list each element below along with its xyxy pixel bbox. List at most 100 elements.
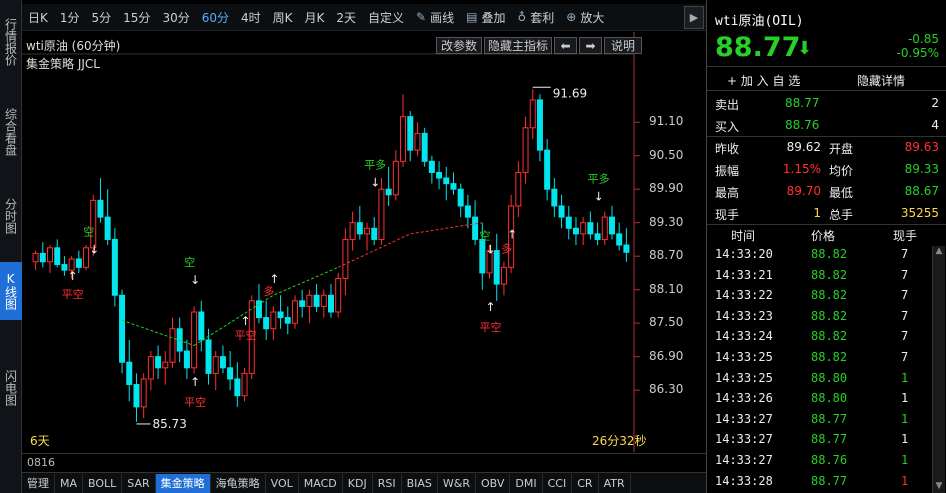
period-day[interactable]: 日K: [22, 4, 54, 31]
overlay-button[interactable]: ▤ 叠加: [460, 4, 511, 31]
tab-timeshare[interactable]: 分时图: [0, 188, 22, 243]
candle-body: [392, 160, 399, 196]
tick-price: 88.76: [811, 453, 848, 467]
avg-label: 均价: [829, 164, 854, 178]
money-bag-icon: ♁: [517, 10, 527, 24]
candle-body: [464, 205, 471, 218]
scroll-down-icon[interactable]: ▼: [933, 481, 945, 493]
tick-time: 14:33:24: [715, 329, 773, 344]
price-tick-label: 86.30: [649, 382, 684, 397]
period-month[interactable]: 月K: [299, 4, 331, 31]
period-15m[interactable]: 15分: [117, 4, 156, 31]
indicator-tab[interactable]: OBV: [476, 473, 511, 493]
chevron-right-icon: ▶: [689, 11, 699, 24]
candle-body: [400, 116, 407, 162]
candle-body: [623, 244, 630, 253]
candle-body: [587, 222, 594, 235]
period-1m[interactable]: 1分: [54, 4, 86, 31]
candle-body: [565, 216, 572, 229]
indicator-tab[interactable]: W&R: [438, 473, 476, 493]
hide-main-indicator-button[interactable]: 隐藏主指标: [484, 37, 552, 54]
period-custom[interactable]: 自定义: [362, 4, 410, 31]
indicator-tab[interactable]: SAR: [122, 473, 156, 493]
indicator-tab[interactable]: BIAS: [402, 473, 438, 493]
period-5m[interactable]: 5分: [86, 4, 118, 31]
indicator-tab[interactable]: 海龟策略: [211, 473, 266, 493]
next-arrow-button[interactable]: ➡: [579, 37, 602, 54]
hide-detail-button[interactable]: 隐藏详情: [857, 72, 937, 89]
tick-volume: 1: [901, 411, 909, 426]
indicator-tab[interactable]: 集金策略: [155, 473, 211, 493]
indicator-tab[interactable]: KDJ: [343, 473, 373, 493]
candle-body: [551, 188, 558, 207]
candle-body: [299, 300, 306, 307]
signal-arrow: ↓: [594, 189, 604, 203]
sell-price: 88.77: [785, 96, 820, 110]
arbitrage-button[interactable]: ♁ 套利: [511, 4, 560, 31]
price-tick-label: 91.10: [649, 114, 684, 129]
instrument-name: wti原油(OIL): [715, 14, 804, 29]
indicator-tab[interactable]: BOLL: [83, 473, 123, 493]
period-30m[interactable]: 30分: [156, 4, 195, 31]
tick-volume: 7: [901, 247, 909, 261]
zoom-button[interactable]: ⊕ 放大: [560, 4, 610, 31]
indicator-tab[interactable]: VOL: [266, 473, 299, 493]
tick-time: 14:33:25: [715, 350, 773, 364]
scroll-up-icon[interactable]: ▲: [933, 246, 945, 258]
tick-volume: 7: [901, 350, 909, 364]
change-params-button[interactable]: 改参数: [436, 37, 482, 54]
tick-row: 14:33:24 88.82 7: [707, 326, 939, 347]
tab-quotes[interactable]: 行情报价: [0, 8, 22, 76]
candle-body: [205, 339, 212, 374]
price-tick-label: 89.30: [649, 214, 684, 229]
indicator-tab[interactable]: RSI: [373, 473, 402, 493]
candle-body: [364, 227, 371, 235]
price-tick-label: 90.50: [649, 147, 684, 162]
tick-time: 14:33:22: [715, 288, 773, 303]
candle-body: [385, 188, 392, 196]
cur-vol-label: 现手: [715, 208, 740, 222]
explain-button[interactable]: 说明: [604, 37, 642, 54]
candle-body: [544, 149, 551, 190]
kline-chart[interactable]: 91.69 85.73 ↑ 平空 ↓ 空 ↓ 空 ↑ 平空 ↑ 平空 ↑ 多 ↓ 平多 ↓ 空 ↑ 平空 ↑ 多 ↓ 平多 w…: [22, 32, 706, 452]
tick-volume: 1: [901, 473, 909, 488]
candle-body: [616, 233, 623, 246]
period-4h[interactable]: 4时: [235, 4, 267, 31]
prev-close-label: 昨收: [715, 142, 740, 156]
layers-icon: ▤: [466, 10, 478, 24]
indicator-tab[interactable]: MA: [55, 473, 84, 493]
tab-kline[interactable]: K线图: [0, 262, 22, 320]
indicator-tab[interactable]: CCI: [543, 473, 573, 493]
indicator-tab[interactable]: DMI: [510, 473, 543, 493]
tick-price: 88.77: [811, 432, 848, 447]
candle-body: [342, 238, 349, 280]
price-tick-label: 87.50: [649, 315, 684, 330]
indicator-tab[interactable]: 管理: [22, 473, 55, 493]
tick-price: 88.82: [811, 288, 848, 303]
indicator-tab[interactable]: ATR: [599, 473, 631, 493]
candle-body: [234, 378, 241, 397]
candle-body: [436, 171, 443, 179]
sell-label: 卖出: [715, 98, 740, 112]
prev-arrow-button[interactable]: ⬅: [554, 37, 577, 54]
strategy-label: 集金策略 JJCL: [26, 57, 100, 71]
toolbar-next-arrow[interactable]: ▶: [684, 6, 704, 29]
period-60m[interactable]: 60分: [196, 4, 235, 31]
period-2day[interactable]: 2天: [330, 4, 362, 31]
signal-label: 空: [184, 255, 195, 269]
tick-volume: 7: [901, 288, 909, 303]
tab-overview[interactable]: 综合看盘: [0, 98, 22, 166]
candle-body: [407, 116, 414, 151]
tick-row: 14:33:27 88.77 1: [707, 429, 939, 450]
chart-title: wti原油 (60分钟): [26, 39, 121, 53]
tick-price: 88.82: [811, 267, 848, 282]
draw-line-button[interactable]: ✎ 画线: [410, 4, 460, 31]
tab-flash[interactable]: 闪电图: [0, 360, 22, 415]
tick-row: 14:33:23 88.82 7: [707, 306, 939, 327]
add-watchlist-button[interactable]: + 加 入 自 选: [727, 72, 817, 89]
period-week[interactable]: 周K: [267, 4, 299, 31]
indicator-tab[interactable]: MACD: [299, 473, 343, 493]
buy-price: 88.76: [785, 118, 820, 132]
ticks-scrollbar[interactable]: ▲ ▼: [932, 246, 945, 493]
indicator-tab[interactable]: CR: [572, 473, 599, 493]
